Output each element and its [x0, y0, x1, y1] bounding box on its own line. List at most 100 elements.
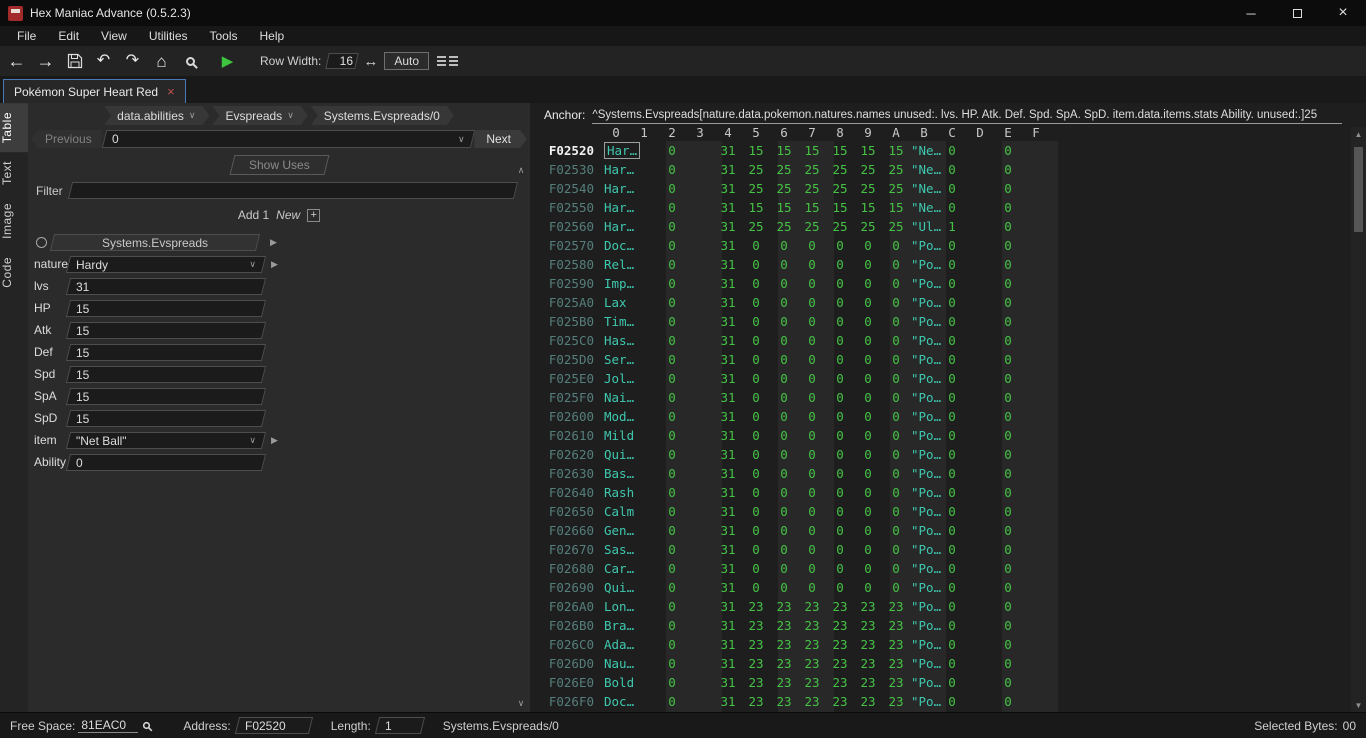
hex-cell-unused[interactable]: 0 — [658, 692, 686, 711]
hex-cell-ability[interactable]: 1 — [938, 217, 966, 236]
hex-cell-unused[interactable]: 0 — [658, 350, 686, 369]
hex-cell-stat[interactable]: 25 — [882, 160, 910, 179]
hex-cell-lvs[interactable]: 31 — [714, 692, 742, 711]
hex-cell-empty[interactable] — [1022, 597, 1050, 616]
show-uses-button[interactable]: Show Uses — [229, 155, 329, 175]
hex-cell-empty[interactable] — [1022, 236, 1050, 255]
hex-cell-stat[interactable]: 0 — [798, 540, 826, 559]
hex-cell-nature[interactable]: Car… — [602, 559, 658, 578]
hex-cell-lvs[interactable]: 31 — [714, 445, 742, 464]
hex-cell-empty[interactable] — [1022, 616, 1050, 635]
hex-cell-lvs[interactable]: 31 — [714, 217, 742, 236]
hex-cell-empty[interactable] — [686, 312, 714, 331]
hex-cell-empty[interactable] — [966, 217, 994, 236]
hex-cell-empty[interactable] — [966, 616, 994, 635]
hex-cell-stat[interactable]: 0 — [826, 407, 854, 426]
hex-cell-unused[interactable]: 0 — [658, 160, 686, 179]
hex-cell-nature[interactable]: Rash — [602, 483, 658, 502]
hex-cell-empty[interactable] — [686, 141, 714, 160]
hex-cell-stat[interactable]: 0 — [854, 540, 882, 559]
hex-cell-stat[interactable]: 25 — [826, 217, 854, 236]
hex-cell-item[interactable]: "Po… — [910, 540, 938, 559]
hex-cell-empty[interactable] — [966, 654, 994, 673]
hex-cell-stat[interactable]: 0 — [798, 559, 826, 578]
hex-cell-stat[interactable]: 0 — [854, 578, 882, 597]
hex-cell-unused[interactable]: 0 — [658, 426, 686, 445]
hex-cell-unused[interactable]: 0 — [658, 521, 686, 540]
hex-cell-stat[interactable]: 0 — [798, 331, 826, 350]
hex-cell-nature[interactable]: Mild — [602, 426, 658, 445]
hex-cell-unused[interactable]: 0 — [994, 426, 1022, 445]
hex-cell-stat[interactable]: 23 — [742, 597, 770, 616]
hex-cell-unused[interactable]: 0 — [994, 198, 1022, 217]
hex-cell-unused[interactable]: 0 — [658, 483, 686, 502]
hex-cell-stat[interactable]: 0 — [742, 312, 770, 331]
hex-cell-stat[interactable]: 0 — [826, 388, 854, 407]
hex-cell-stat[interactable]: 0 — [826, 521, 854, 540]
hex-cell-stat[interactable]: 15 — [798, 141, 826, 160]
hex-cell-empty[interactable] — [1022, 331, 1050, 350]
hex-cell-stat[interactable]: 0 — [742, 369, 770, 388]
hex-cell-unused[interactable]: 0 — [994, 540, 1022, 559]
hex-cell-stat[interactable]: 15 — [882, 198, 910, 217]
hex-cell-unused[interactable]: 0 — [658, 464, 686, 483]
hex-cell-unused[interactable]: 0 — [658, 407, 686, 426]
hex-cell-ability[interactable]: 0 — [938, 426, 966, 445]
hex-cell-stat[interactable]: 0 — [882, 236, 910, 255]
hex-cell-unused[interactable]: 0 — [994, 635, 1022, 654]
hex-cell-empty[interactable] — [1022, 369, 1050, 388]
field-input-lvs[interactable]: 31 — [66, 278, 266, 295]
hex-cell-item[interactable]: "Po… — [910, 274, 938, 293]
hex-cell-stat[interactable]: 15 — [798, 198, 826, 217]
hex-cell-stat[interactable]: 0 — [882, 369, 910, 388]
hex-cell-empty[interactable] — [686, 483, 714, 502]
hex-cell-empty[interactable] — [1022, 255, 1050, 274]
hex-cell-unused[interactable]: 0 — [994, 388, 1022, 407]
hex-cell-item[interactable]: "Po… — [910, 597, 938, 616]
hex-cell-stat[interactable]: 23 — [798, 692, 826, 711]
scrollbar-track[interactable] — [1351, 141, 1366, 698]
hex-cell-stat[interactable]: 23 — [854, 692, 882, 711]
hex-cell-empty[interactable] — [1022, 483, 1050, 502]
hex-cell-empty[interactable] — [966, 540, 994, 559]
hex-cell-ability[interactable]: 0 — [938, 521, 966, 540]
hex-cell-empty[interactable] — [686, 198, 714, 217]
hex-cell-nature[interactable]: Calm — [602, 502, 658, 521]
hex-cell-stat[interactable]: 0 — [798, 312, 826, 331]
side-tab-table[interactable]: Table — [0, 103, 28, 152]
hex-cell-empty[interactable] — [1022, 217, 1050, 236]
hex-cell-unused[interactable]: 0 — [658, 635, 686, 654]
hex-cell-stat[interactable]: 15 — [854, 141, 882, 160]
hex-cell-unused[interactable]: 0 — [994, 407, 1022, 426]
hex-cell-unused[interactable]: 0 — [658, 369, 686, 388]
hex-cell-empty[interactable] — [686, 236, 714, 255]
hex-cell-item[interactable]: "Ne… — [910, 179, 938, 198]
hex-cell-stat[interactable]: 15 — [882, 141, 910, 160]
hex-cell-stat[interactable]: 23 — [854, 673, 882, 692]
hex-cell-stat[interactable]: 25 — [742, 160, 770, 179]
hex-cell-nature[interactable]: Nau… — [602, 654, 658, 673]
hex-cell-stat[interactable]: 0 — [826, 483, 854, 502]
hex-cell-unused[interactable]: 0 — [658, 331, 686, 350]
hex-cell-empty[interactable] — [686, 426, 714, 445]
hex-cell-item[interactable]: "Po… — [910, 635, 938, 654]
hex-cell-stat[interactable]: 23 — [770, 635, 798, 654]
hex-cell-empty[interactable] — [1022, 198, 1050, 217]
hex-cell-stat[interactable]: 23 — [742, 654, 770, 673]
hex-cell-stat[interactable]: 0 — [798, 350, 826, 369]
hex-cell-lvs[interactable]: 31 — [714, 160, 742, 179]
hex-cell-stat[interactable]: 0 — [798, 426, 826, 445]
hex-cell-nature[interactable]: Har… — [602, 198, 658, 217]
hex-cell-stat[interactable]: 0 — [742, 407, 770, 426]
hex-cell-ability[interactable]: 0 — [938, 559, 966, 578]
hex-cell-stat[interactable]: 0 — [770, 274, 798, 293]
hex-cell-stat[interactable]: 23 — [798, 616, 826, 635]
hex-cell-stat[interactable]: 23 — [798, 673, 826, 692]
menu-view[interactable]: View — [90, 28, 138, 44]
hex-cell-ability[interactable]: 0 — [938, 654, 966, 673]
hex-cell-stat[interactable]: 0 — [854, 502, 882, 521]
hex-cell-empty[interactable] — [686, 407, 714, 426]
hex-cell-item[interactable]: "Po… — [910, 502, 938, 521]
hex-cell-stat[interactable]: 0 — [882, 445, 910, 464]
hex-cell-stat[interactable]: 25 — [770, 179, 798, 198]
